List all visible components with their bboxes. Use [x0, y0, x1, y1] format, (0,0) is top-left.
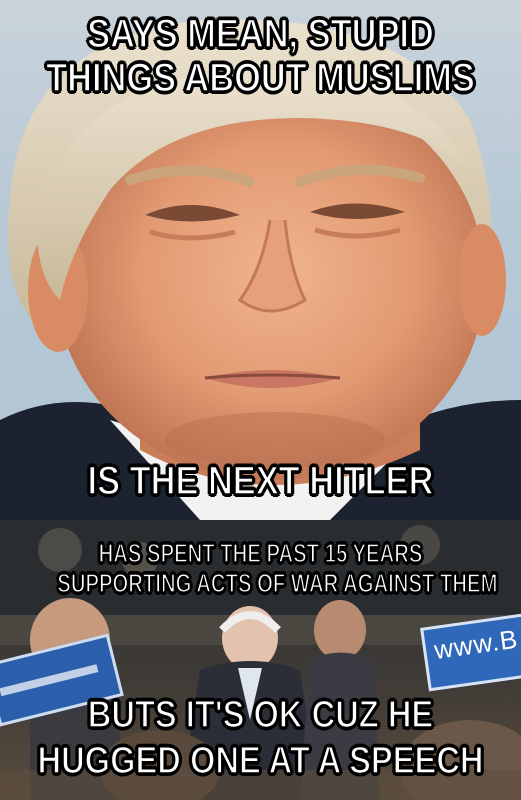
top-caption-line-1: SAYS MEAN, STUPID [86, 11, 434, 57]
top-caption-line-2: THINGS ABOUT MUSLIMS [45, 55, 475, 101]
middle-caption-line: IS THE NEXT HITLER [87, 458, 434, 504]
middle-caption: IS THE NEXT HITLER [36, 458, 484, 504]
meme-image: www.B SAYS MEAN, STUPID THINGS ABOUT MUS… [0, 0, 521, 800]
bottom-caption: BUTS IT'S OK CUZ HE HUGGED ONE AT A SPEE… [36, 692, 484, 784]
sub-caption: HAS SPENT THE PAST 15 YEARS SUPPORTING A… [57, 537, 498, 599]
top-caption: SAYS MEAN, STUPID THINGS ABOUT MUSLIMS [36, 11, 484, 101]
sign-text: www.B [432, 623, 521, 666]
bottom-caption-line-1: BUTS IT'S OK CUZ HE [87, 693, 434, 737]
sub-caption-line-2: SUPPORTING ACTS OF WAR AGAINST THEM [57, 567, 498, 599]
bottom-caption-line-2: HUGGED ONE AT A SPEECH [37, 739, 484, 783]
sub-caption-line-1: HAS SPENT THE PAST 15 YEARS [98, 537, 423, 569]
